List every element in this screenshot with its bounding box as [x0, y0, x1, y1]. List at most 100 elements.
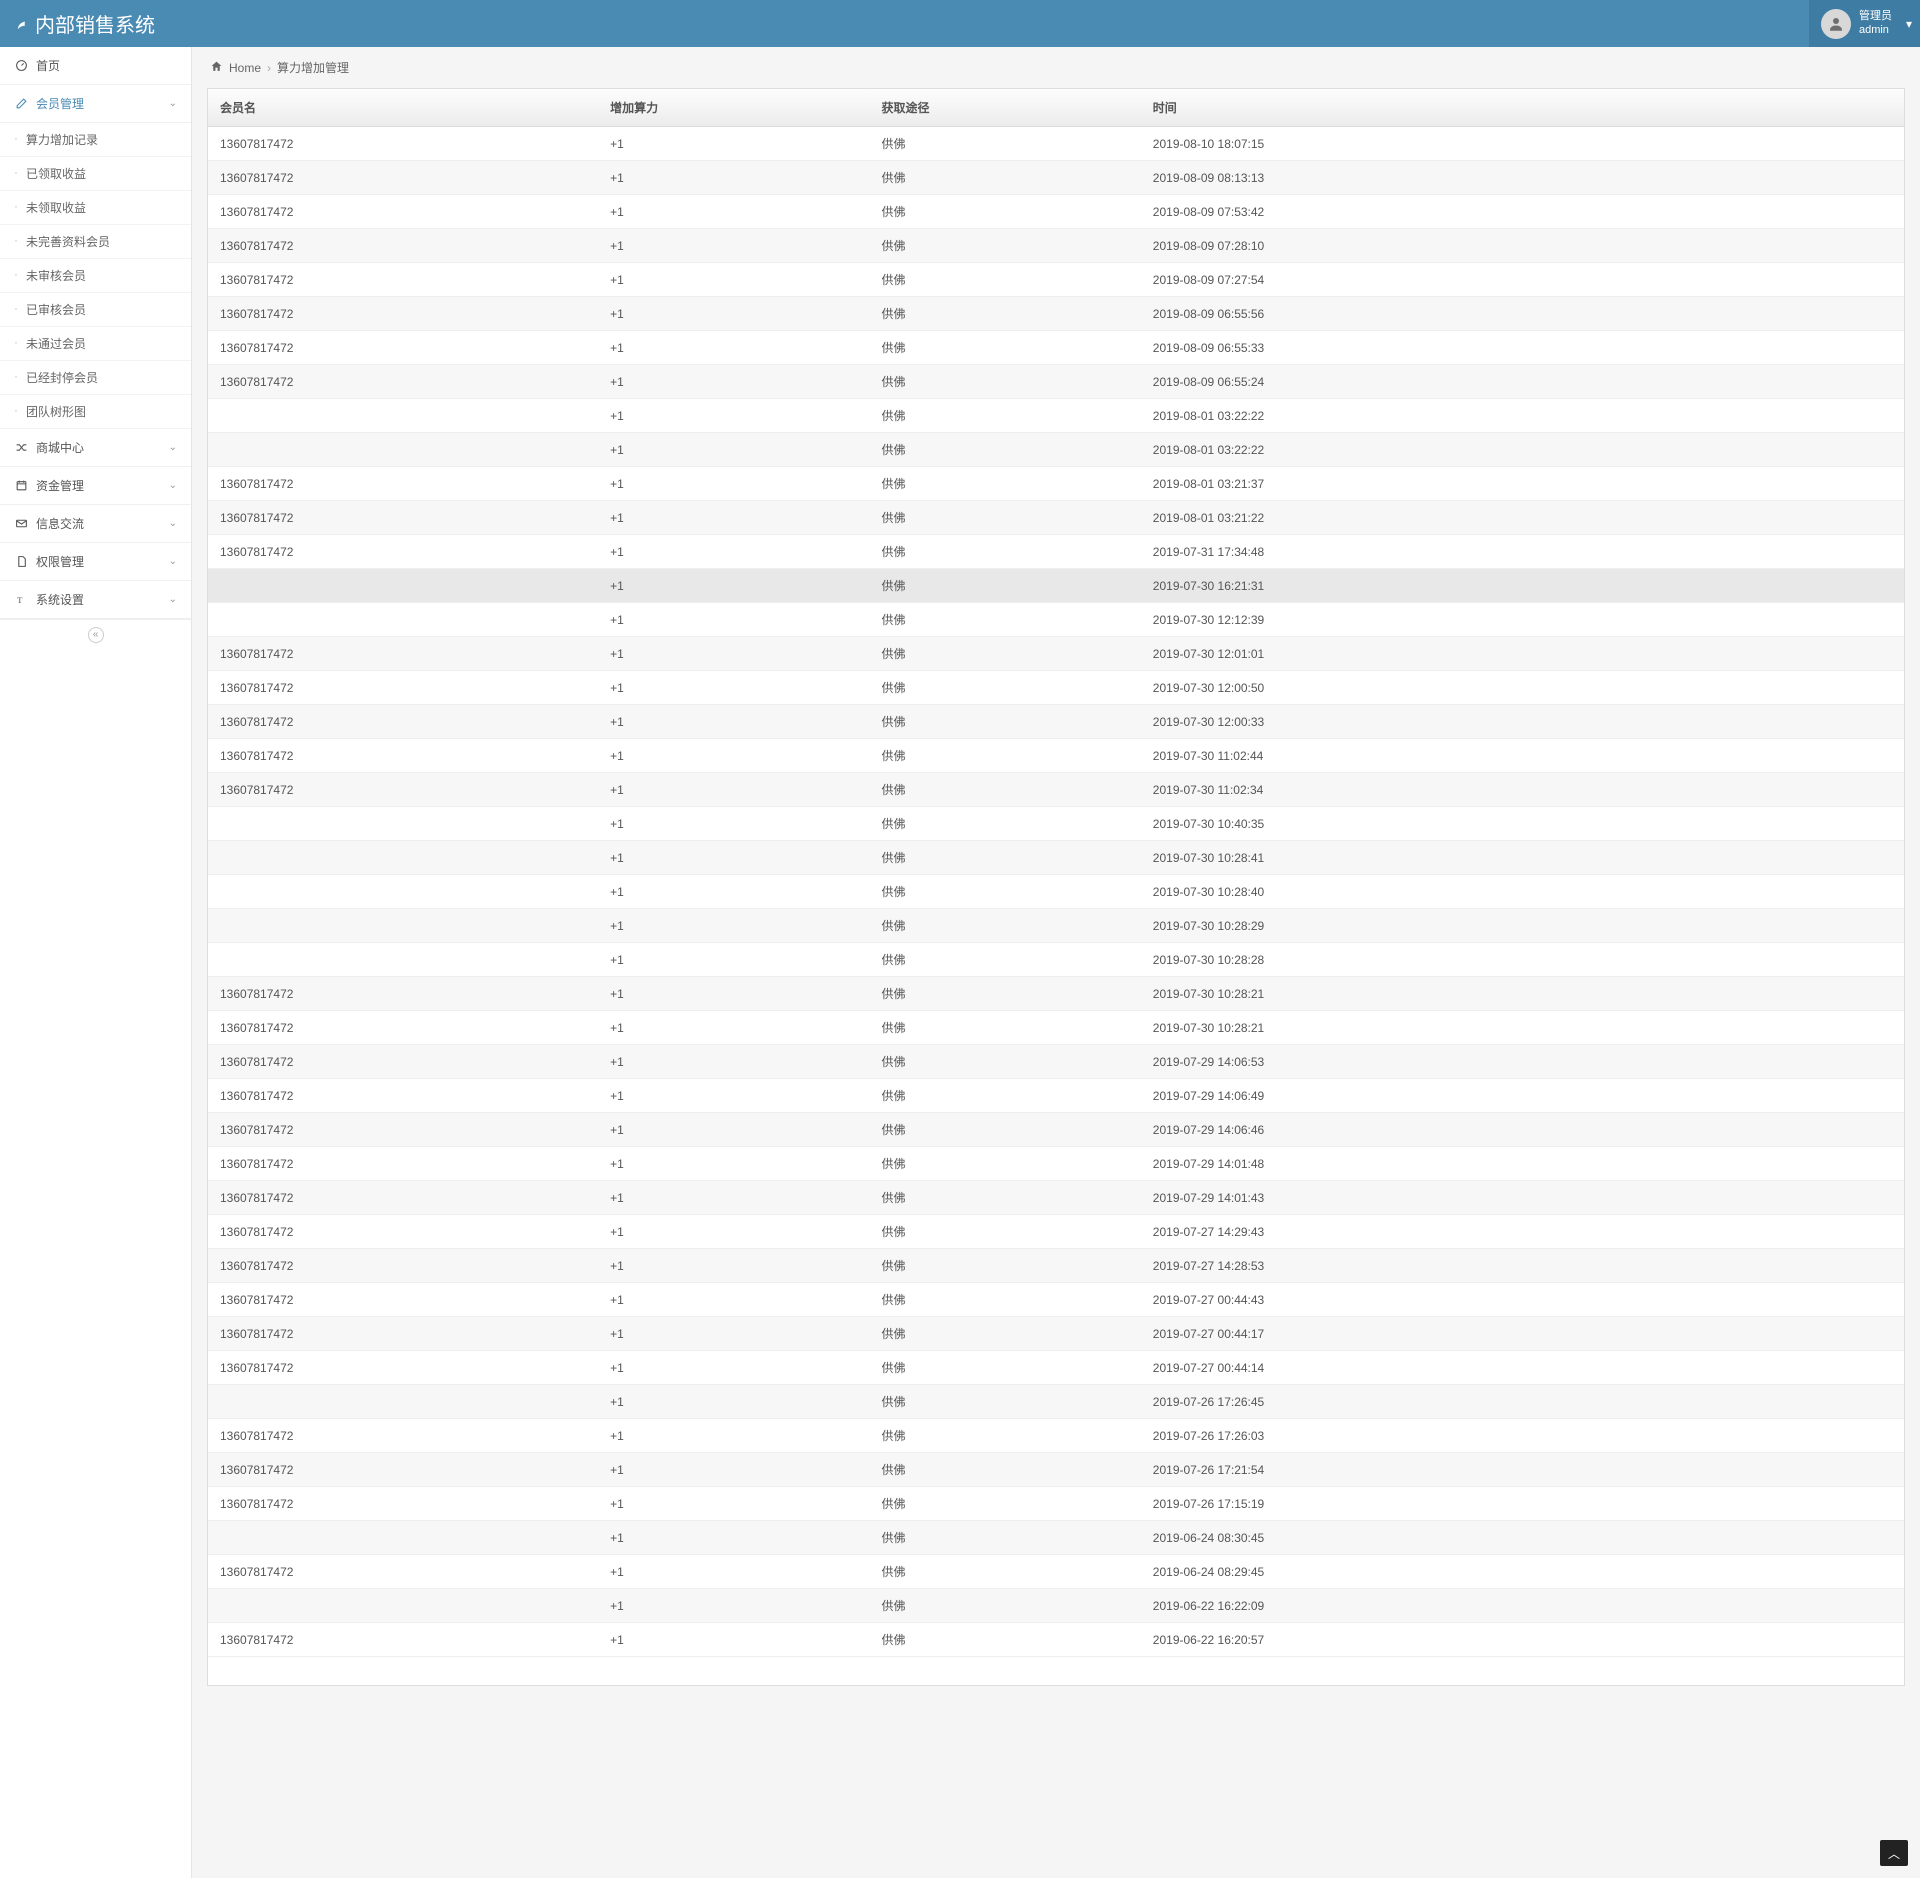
table-row[interactable]: 13607817472+1供佛2019-07-26 17:26:03 [208, 1419, 1904, 1453]
cell-member [208, 1521, 598, 1555]
nav-label: 资金管理 [36, 477, 84, 494]
table-row[interactable]: 13607817472+1供佛2019-07-30 10:28:21 [208, 977, 1904, 1011]
table-row[interactable]: 13607817472+1供佛2019-07-29 14:06:49 [208, 1079, 1904, 1113]
table-row[interactable]: +1供佛2019-06-24 08:30:45 [208, 1521, 1904, 1555]
table-row[interactable]: 13607817472+1供佛2019-07-30 12:00:33 [208, 705, 1904, 739]
collapse-sidebar-button[interactable]: « [0, 619, 191, 649]
col-time[interactable]: 时间 [1141, 89, 1904, 127]
cell-member: 13607817472 [208, 1181, 598, 1215]
table-row[interactable]: 13607817472+1供佛2019-07-29 14:06:46 [208, 1113, 1904, 1147]
table-row[interactable]: +1供佛2019-07-30 16:21:31 [208, 569, 1904, 603]
cell-source: 供佛 [869, 1181, 1140, 1215]
nav-item[interactable]: 信息交流⌄ [0, 505, 191, 543]
table-row[interactable]: 13607817472+1供佛2019-07-27 14:29:43 [208, 1215, 1904, 1249]
nav-sub-item[interactable]: 已审核会员 [0, 293, 191, 327]
nav-sub-item[interactable]: 未完善资料会员 [0, 225, 191, 259]
table-row[interactable]: 13607817472+1供佛2019-06-22 16:20:57 [208, 1623, 1904, 1657]
nav-item[interactable]: 资金管理⌄ [0, 467, 191, 505]
table-row[interactable]: +1供佛2019-06-22 16:22:09 [208, 1589, 1904, 1623]
cell-power: +1 [598, 807, 869, 841]
cell-member [208, 943, 598, 977]
nav-sub-item[interactable]: 已领取收益 [0, 157, 191, 191]
cell-source: 供佛 [869, 1555, 1140, 1589]
table-row[interactable]: 13607817472+1供佛2019-07-30 11:02:44 [208, 739, 1904, 773]
cell-time: 2019-07-30 12:00:33 [1141, 705, 1904, 739]
table-row[interactable]: +1供佛2019-07-30 10:28:29 [208, 909, 1904, 943]
table-row[interactable]: 13607817472+1供佛2019-07-27 00:44:43 [208, 1283, 1904, 1317]
col-power[interactable]: 增加算力 [598, 89, 869, 127]
nav-sub-item[interactable]: 算力增加记录 [0, 123, 191, 157]
nav-sub-item[interactable]: 未通过会员 [0, 327, 191, 361]
cell-member: 13607817472 [208, 637, 598, 671]
table-row[interactable]: +1供佛2019-07-30 12:12:39 [208, 603, 1904, 637]
nav-item[interactable]: T系统设置⌄ [0, 581, 191, 619]
nav-sub-item[interactable]: 团队树形图 [0, 395, 191, 429]
table-row[interactable]: 13607817472+1供佛2019-07-26 17:21:54 [208, 1453, 1904, 1487]
table-row[interactable]: 13607817472+1供佛2019-07-27 00:44:14 [208, 1351, 1904, 1385]
scroll-to-top-button[interactable]: ︿ [1880, 1840, 1908, 1866]
table-row[interactable]: 13607817472+1供佛2019-07-30 10:28:21 [208, 1011, 1904, 1045]
table-row[interactable]: 13607817472+1供佛2019-07-27 14:28:53 [208, 1249, 1904, 1283]
table-row[interactable]: 13607817472+1供佛2019-07-29 14:01:48 [208, 1147, 1904, 1181]
table-row[interactable]: +1供佛2019-07-30 10:28:41 [208, 841, 1904, 875]
cell-time: 2019-07-30 10:28:21 [1141, 1011, 1904, 1045]
table-row[interactable]: 13607817472+1供佛2019-07-29 14:01:43 [208, 1181, 1904, 1215]
table-row[interactable]: +1供佛2019-07-30 10:40:35 [208, 807, 1904, 841]
table-row[interactable]: +1供佛2019-07-30 10:28:28 [208, 943, 1904, 977]
table-row[interactable]: 13607817472+1供佛2019-08-01 03:21:22 [208, 501, 1904, 535]
user-menu[interactable]: 管理员 admin ▾ [1809, 0, 1920, 47]
table-row[interactable]: 13607817472+1供佛2019-07-30 12:00:50 [208, 671, 1904, 705]
table-row[interactable]: +1供佛2019-08-01 03:22:22 [208, 433, 1904, 467]
table-row[interactable]: 13607817472+1供佛2019-08-09 06:55:24 [208, 365, 1904, 399]
nav-item[interactable]: 首页 [0, 47, 191, 85]
cell-member [208, 603, 598, 637]
col-member[interactable]: 会员名 [208, 89, 598, 127]
table-row[interactable]: +1供佛2019-08-01 03:22:22 [208, 399, 1904, 433]
cell-member [208, 807, 598, 841]
nav-item[interactable]: 权限管理⌄ [0, 543, 191, 581]
table-row[interactable]: 13607817472+1供佛2019-08-01 03:21:37 [208, 467, 1904, 501]
nav-item[interactable]: 会员管理⌄ [0, 85, 191, 123]
cell-time: 2019-06-24 08:29:45 [1141, 1555, 1904, 1589]
table-row[interactable]: 13607817472+1供佛2019-08-09 08:13:13 [208, 161, 1904, 195]
nav-sub-item[interactable]: 未审核会员 [0, 259, 191, 293]
cell-member: 13607817472 [208, 1623, 598, 1657]
table-row[interactable]: 13607817472+1供佛2019-08-10 18:07:15 [208, 127, 1904, 161]
nav-label: 系统设置 [36, 591, 84, 608]
table-row[interactable]: 13607817472+1供佛2019-08-09 06:55:33 [208, 331, 1904, 365]
cell-member [208, 1589, 598, 1623]
table-row[interactable]: 13607817472+1供佛2019-07-27 00:44:17 [208, 1317, 1904, 1351]
cell-time: 2019-08-09 06:55:56 [1141, 297, 1904, 331]
nav-sub-item[interactable]: 已经封停会员 [0, 361, 191, 395]
nav-sub-item[interactable]: 未领取收益 [0, 191, 191, 225]
cell-time: 2019-07-26 17:21:54 [1141, 1453, 1904, 1487]
table-row[interactable]: 13607817472+1供佛2019-08-09 07:53:42 [208, 195, 1904, 229]
cell-source: 供佛 [869, 1419, 1140, 1453]
chevron-left-icon: « [88, 627, 104, 643]
mail-icon [14, 517, 28, 530]
breadcrumb-home[interactable]: Home [229, 61, 261, 75]
table-row[interactable]: 13607817472+1供佛2019-08-09 06:55:56 [208, 297, 1904, 331]
chevron-down-icon: ▾ [1906, 17, 1912, 31]
brand[interactable]: 内部销售系统 [15, 9, 155, 38]
table-row[interactable]: 13607817472+1供佛2019-07-29 14:06:53 [208, 1045, 1904, 1079]
table-row[interactable]: 13607817472+1供佛2019-07-30 12:01:01 [208, 637, 1904, 671]
table-row[interactable]: 13607817472+1供佛2019-08-09 07:27:54 [208, 263, 1904, 297]
table-row[interactable]: +1供佛2019-07-26 17:26:45 [208, 1385, 1904, 1419]
cell-source: 供佛 [869, 807, 1140, 841]
table-row[interactable]: 13607817472+1供佛2019-08-09 07:28:10 [208, 229, 1904, 263]
cell-time: 2019-07-27 00:44:43 [1141, 1283, 1904, 1317]
table-row[interactable]: +1供佛2019-07-30 10:28:40 [208, 875, 1904, 909]
table-row[interactable]: 13607817472+1供佛2019-07-30 11:02:34 [208, 773, 1904, 807]
topbar: 内部销售系统 管理员 admin ▾ [0, 0, 1920, 47]
cell-power: +1 [598, 1317, 869, 1351]
cell-power: +1 [598, 399, 869, 433]
cell-time: 2019-07-27 00:44:17 [1141, 1317, 1904, 1351]
table-row[interactable]: 13607817472+1供佛2019-06-24 08:29:45 [208, 1555, 1904, 1589]
col-source[interactable]: 获取途径 [869, 89, 1140, 127]
cell-time: 2019-07-30 12:01:01 [1141, 637, 1904, 671]
cell-source: 供佛 [869, 909, 1140, 943]
table-row[interactable]: 13607817472+1供佛2019-07-31 17:34:48 [208, 535, 1904, 569]
nav-item[interactable]: 商城中心⌄ [0, 429, 191, 467]
table-row[interactable]: 13607817472+1供佛2019-07-26 17:15:19 [208, 1487, 1904, 1521]
